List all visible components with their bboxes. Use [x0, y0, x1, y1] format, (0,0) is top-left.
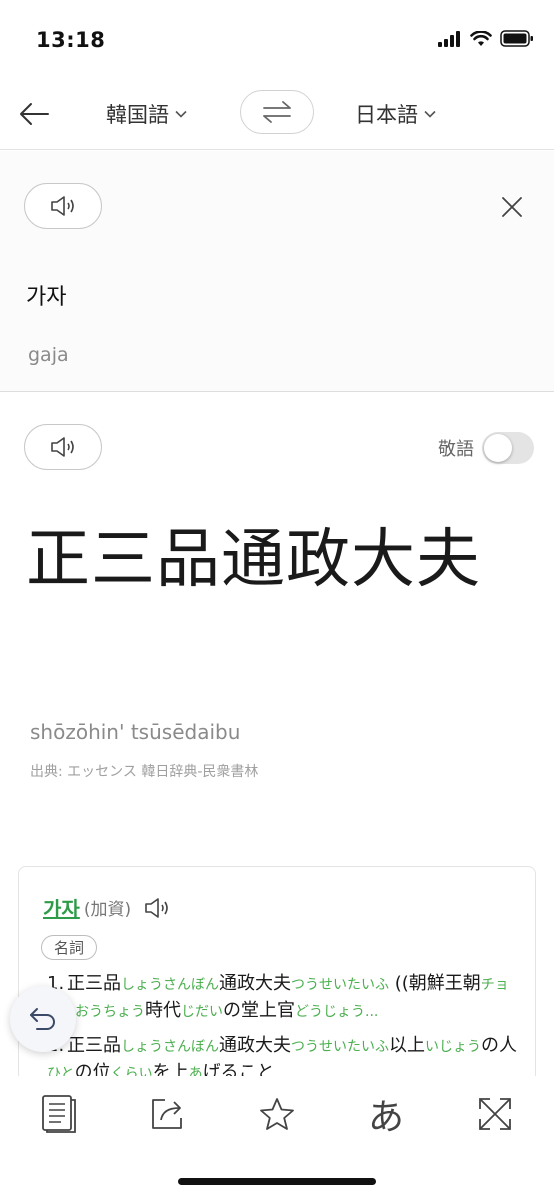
favorite-button[interactable] [251, 1088, 303, 1140]
dictionary-icon [42, 1095, 76, 1133]
status-bar: 13:18 [0, 0, 554, 80]
back-button[interactable] [14, 94, 54, 134]
fullscreen-button[interactable] [469, 1088, 521, 1140]
dictionary-card: 가자 (加資) 名詞 1. 正三品しょうさんぼん通政大夫つうせいたいふ ((朝鮮王… [18, 866, 536, 1086]
kana-icon: あ [367, 1097, 404, 1138]
translation-header: 韓国語 日本語 [0, 80, 554, 150]
swap-languages-button[interactable] [240, 90, 314, 134]
undo-floating-button[interactable] [10, 986, 76, 1052]
status-time: 13:18 [36, 28, 106, 52]
toggle-knob [484, 434, 512, 462]
result-romanization: shōzōhin' tsūsēdaibu [30, 720, 241, 744]
home-indicator [178, 1178, 376, 1185]
target-language-select[interactable]: 日本語 [355, 98, 436, 130]
definition-text: の堂上官 [223, 1000, 295, 1021]
definition-text: 通政大夫 [219, 973, 291, 994]
result-speak-button[interactable] [24, 424, 102, 470]
definition-reading: じだい [181, 1004, 223, 1020]
kana-button[interactable]: あ [360, 1088, 412, 1140]
bottom-toolbar: あ [0, 1076, 554, 1146]
dictionary-headline: 가자 (加資) [43, 893, 171, 922]
speaker-icon [51, 196, 74, 216]
honorific-label: 敬語 [438, 439, 474, 460]
dictionary-hanja: (加資) [83, 900, 132, 920]
chevron-down-icon [175, 110, 187, 118]
honorific-toggle[interactable] [482, 432, 534, 464]
source-romanization: gaja [28, 344, 69, 366]
undo-icon [30, 1008, 55, 1030]
definition-text: 以上 [389, 1035, 425, 1056]
definition-text: 正三品 [67, 1035, 121, 1056]
definition-reading: しょうさんぼん [121, 977, 219, 993]
target-language-label: 日本語 [355, 103, 418, 127]
honorific-setting: 敬語 [438, 432, 534, 464]
definition-reading: どうじょう... [295, 1004, 379, 1020]
speaker-icon [51, 437, 74, 457]
definition-reading: しょうさんぼん [121, 1039, 219, 1055]
swap-icon [263, 101, 291, 123]
definition-text: 通政大夫 [219, 1035, 291, 1056]
definition-text: 正三品 [67, 973, 121, 994]
source-speak-button[interactable] [24, 183, 102, 229]
arrow-left-icon [20, 103, 49, 125]
definition-text: の人 [481, 1035, 517, 1056]
source-panel: 가자 gaja [0, 151, 554, 392]
share-icon [152, 1099, 182, 1129]
source-language-select[interactable]: 韓国語 [106, 98, 187, 130]
definition-reading: つうせいたいふ [291, 977, 389, 993]
wifi-icon [470, 30, 492, 46]
translation-result: 正三品通政大夫 [26, 523, 481, 597]
star-icon [260, 1098, 294, 1130]
speaker-icon [145, 897, 168, 918]
battery-icon [500, 30, 533, 47]
close-icon[interactable] [500, 195, 524, 219]
status-icons [438, 30, 534, 47]
fullscreen-icon [479, 1098, 511, 1130]
source-language-label: 韓国語 [106, 103, 169, 127]
dictionary-button[interactable] [33, 1088, 85, 1140]
dictionary-credit: 出典: エッセンス 韓日辞典-民衆書林 [30, 764, 259, 780]
definition-text: ((朝鮮王朝 [389, 973, 481, 994]
part-of-speech-tag: 名詞 [41, 935, 98, 960]
signal-icon [438, 30, 460, 47]
chevron-down-icon [424, 110, 436, 118]
dictionary-speak-button[interactable] [143, 896, 171, 920]
definition-text: 時代 [145, 1000, 181, 1021]
definition-reading: つうせいたいふ [291, 1039, 389, 1055]
source-text: 가자 [26, 285, 67, 310]
dictionary-headword-link[interactable]: 가자 [43, 893, 80, 922]
share-button[interactable] [142, 1088, 194, 1140]
definition-reading: いじょう [425, 1039, 481, 1055]
definition-item: 1. 正三品しょうさんぼん通政大夫つうせいたいふ ((朝鮮王朝チョソンおうちょう時… [47, 971, 517, 1025]
